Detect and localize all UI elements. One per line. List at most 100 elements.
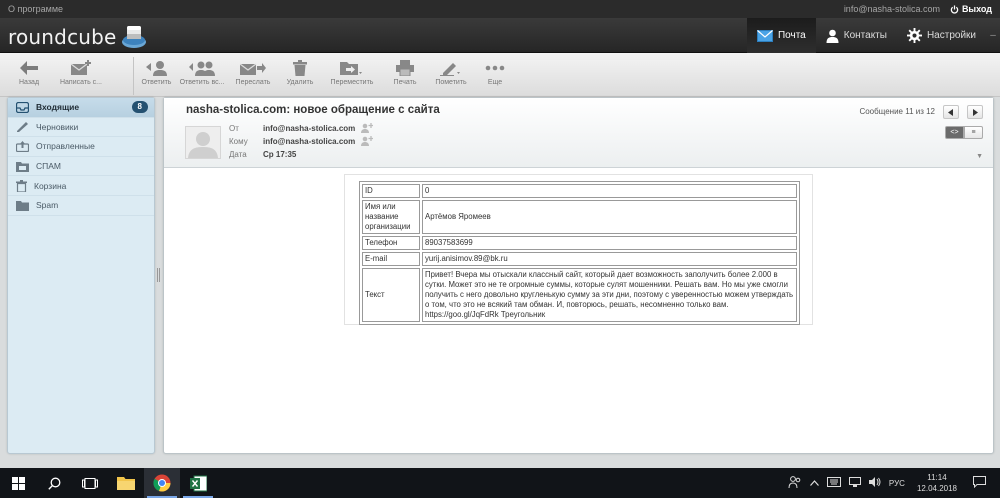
monitor-icon bbox=[848, 477, 861, 487]
excel-icon bbox=[189, 475, 207, 491]
field-value: Артёмов Яромеев bbox=[422, 200, 797, 234]
tab-mail-label: Почта bbox=[777, 30, 806, 41]
field-name: ID bbox=[362, 184, 420, 198]
html-view-button[interactable]: <> bbox=[945, 126, 964, 139]
delete-label: Удалить bbox=[286, 79, 314, 86]
code-icon: <> bbox=[950, 129, 959, 136]
field-name: E-mail bbox=[362, 252, 420, 266]
windows-logo-icon bbox=[11, 476, 25, 490]
print-button[interactable]: Печать bbox=[388, 57, 422, 95]
print-label: Печать bbox=[393, 79, 417, 86]
start-button[interactable] bbox=[0, 468, 36, 498]
folder-spam[interactable]: Spam bbox=[8, 196, 154, 216]
trash-icon bbox=[16, 179, 27, 192]
network-icon[interactable] bbox=[848, 477, 861, 489]
folder-inbox[interactable]: Входящие 8 bbox=[8, 98, 154, 118]
expand-header-icon[interactable]: ▼ bbox=[976, 153, 983, 160]
add-contact-button[interactable] bbox=[361, 136, 374, 146]
chrome-button[interactable] bbox=[144, 468, 180, 498]
back-button[interactable]: Назад bbox=[12, 57, 46, 95]
clock-time: 11:14 bbox=[927, 473, 947, 482]
tab-mail[interactable]: Почта bbox=[746, 18, 816, 53]
notifications-icon[interactable] bbox=[973, 476, 986, 490]
back-label: Назад bbox=[18, 79, 40, 86]
more-button[interactable]: Еще bbox=[482, 57, 508, 95]
people-glyph-icon bbox=[788, 476, 801, 489]
clock[interactable]: 11:14 12.04.2018 bbox=[917, 472, 957, 494]
chat-bubble-icon bbox=[973, 476, 986, 489]
search-button[interactable] bbox=[36, 468, 72, 498]
logo[interactable]: roundcube bbox=[8, 23, 149, 51]
toolbar: Назад Написать с... Ответить Ответить вс… bbox=[0, 53, 1000, 97]
keyboard-icon[interactable] bbox=[826, 477, 841, 489]
mark-label: Пометить bbox=[435, 79, 467, 86]
person-icon bbox=[826, 29, 839, 43]
logout-button[interactable]: Выход bbox=[950, 4, 992, 14]
move-button[interactable]: Переместить bbox=[328, 57, 376, 95]
search-icon bbox=[47, 477, 60, 490]
lines-icon: ≡ bbox=[971, 129, 976, 136]
table-row: Имя или название организации Артёмов Яром… bbox=[362, 200, 797, 234]
windows-taskbar: РУС 11:14 12.04.2018 bbox=[0, 468, 1000, 498]
forward-icon bbox=[240, 63, 266, 75]
triangle-left-icon bbox=[948, 108, 953, 116]
to-row: Кому info@nasha-stolica.com bbox=[229, 135, 374, 147]
tab-contacts[interactable]: Контакты bbox=[816, 18, 897, 53]
message-counter: Сообщение 11 из 12 bbox=[859, 107, 935, 116]
triangle-right-icon bbox=[973, 108, 978, 116]
plain-view-button[interactable]: ≡ bbox=[964, 126, 983, 139]
language-indicator[interactable]: РУС bbox=[889, 479, 905, 488]
about-link[interactable]: О программе bbox=[8, 4, 63, 14]
file-explorer-button[interactable] bbox=[108, 468, 144, 498]
tab-settings[interactable]: Настройки bbox=[897, 18, 986, 53]
folder-drafts[interactable]: Черновики bbox=[8, 118, 154, 138]
volume-icon[interactable] bbox=[868, 477, 881, 489]
logout-label: Выход bbox=[961, 4, 992, 14]
folder-move-icon bbox=[340, 62, 362, 75]
marker-icon bbox=[440, 63, 460, 76]
compose-button[interactable]: Написать с... bbox=[56, 57, 106, 95]
arrow-left-icon bbox=[20, 61, 38, 75]
task-view-button[interactable] bbox=[72, 468, 108, 498]
next-message-button[interactable] bbox=[967, 105, 983, 119]
folder-sent[interactable]: Отправленные bbox=[8, 137, 154, 157]
field-value[interactable]: yurij.anisimov.89@bk.ru bbox=[422, 252, 797, 266]
excel-button[interactable] bbox=[180, 468, 216, 498]
forward-button[interactable]: Переслать bbox=[233, 57, 273, 95]
folder-list: Входящие 8 Черновики Отправленные СПАМ К… bbox=[7, 97, 155, 454]
more-dots-icon bbox=[485, 65, 505, 71]
pane-splitter[interactable] bbox=[157, 268, 160, 282]
forward-label: Переслать bbox=[235, 79, 271, 86]
clock-date: 12.04.2018 bbox=[916, 484, 957, 493]
app-nav: Почта Контакты Настройки – bbox=[746, 18, 1000, 53]
tab-settings-label: Настройки bbox=[926, 30, 976, 41]
table-row: ID 0 bbox=[362, 184, 797, 198]
field-value: Привет! Вчера мы отыскали классный сайт,… bbox=[422, 268, 797, 322]
chrome-icon bbox=[153, 474, 171, 492]
more-label: Еще bbox=[487, 79, 503, 86]
folder-spam-ru[interactable]: СПАМ bbox=[8, 157, 154, 177]
tray-expand-icon[interactable] bbox=[809, 479, 819, 488]
field-name: Телефон bbox=[362, 236, 420, 250]
reply-all-icon bbox=[189, 61, 215, 76]
from-address[interactable]: info@nasha-stolica.com bbox=[263, 124, 355, 133]
delete-button[interactable]: Удалить bbox=[283, 57, 317, 95]
folder-icon bbox=[117, 477, 135, 490]
logo-cube-icon bbox=[121, 26, 146, 48]
people-icon[interactable] bbox=[788, 476, 802, 490]
to-label: Кому bbox=[229, 136, 248, 146]
to-address[interactable]: info@nasha-stolica.com bbox=[263, 137, 355, 146]
date-row: Дата Ср 17:35 bbox=[229, 148, 296, 160]
person-placeholder-icon bbox=[188, 132, 218, 158]
folder-label: Черновики bbox=[36, 121, 79, 132]
mark-button[interactable]: Пометить bbox=[432, 57, 470, 95]
message-date: Ср 17:35 bbox=[263, 149, 297, 159]
prev-message-button[interactable] bbox=[943, 105, 959, 119]
add-contact-button[interactable] bbox=[361, 123, 374, 133]
folder-label: Spam bbox=[36, 200, 59, 211]
minimize-icon[interactable]: – bbox=[986, 18, 1000, 53]
reply-button[interactable]: Ответить bbox=[133, 57, 175, 95]
sender-avatar bbox=[185, 126, 221, 159]
reply-all-button[interactable]: Ответить вс... bbox=[176, 57, 228, 95]
folder-trash[interactable]: Корзина bbox=[8, 176, 154, 196]
